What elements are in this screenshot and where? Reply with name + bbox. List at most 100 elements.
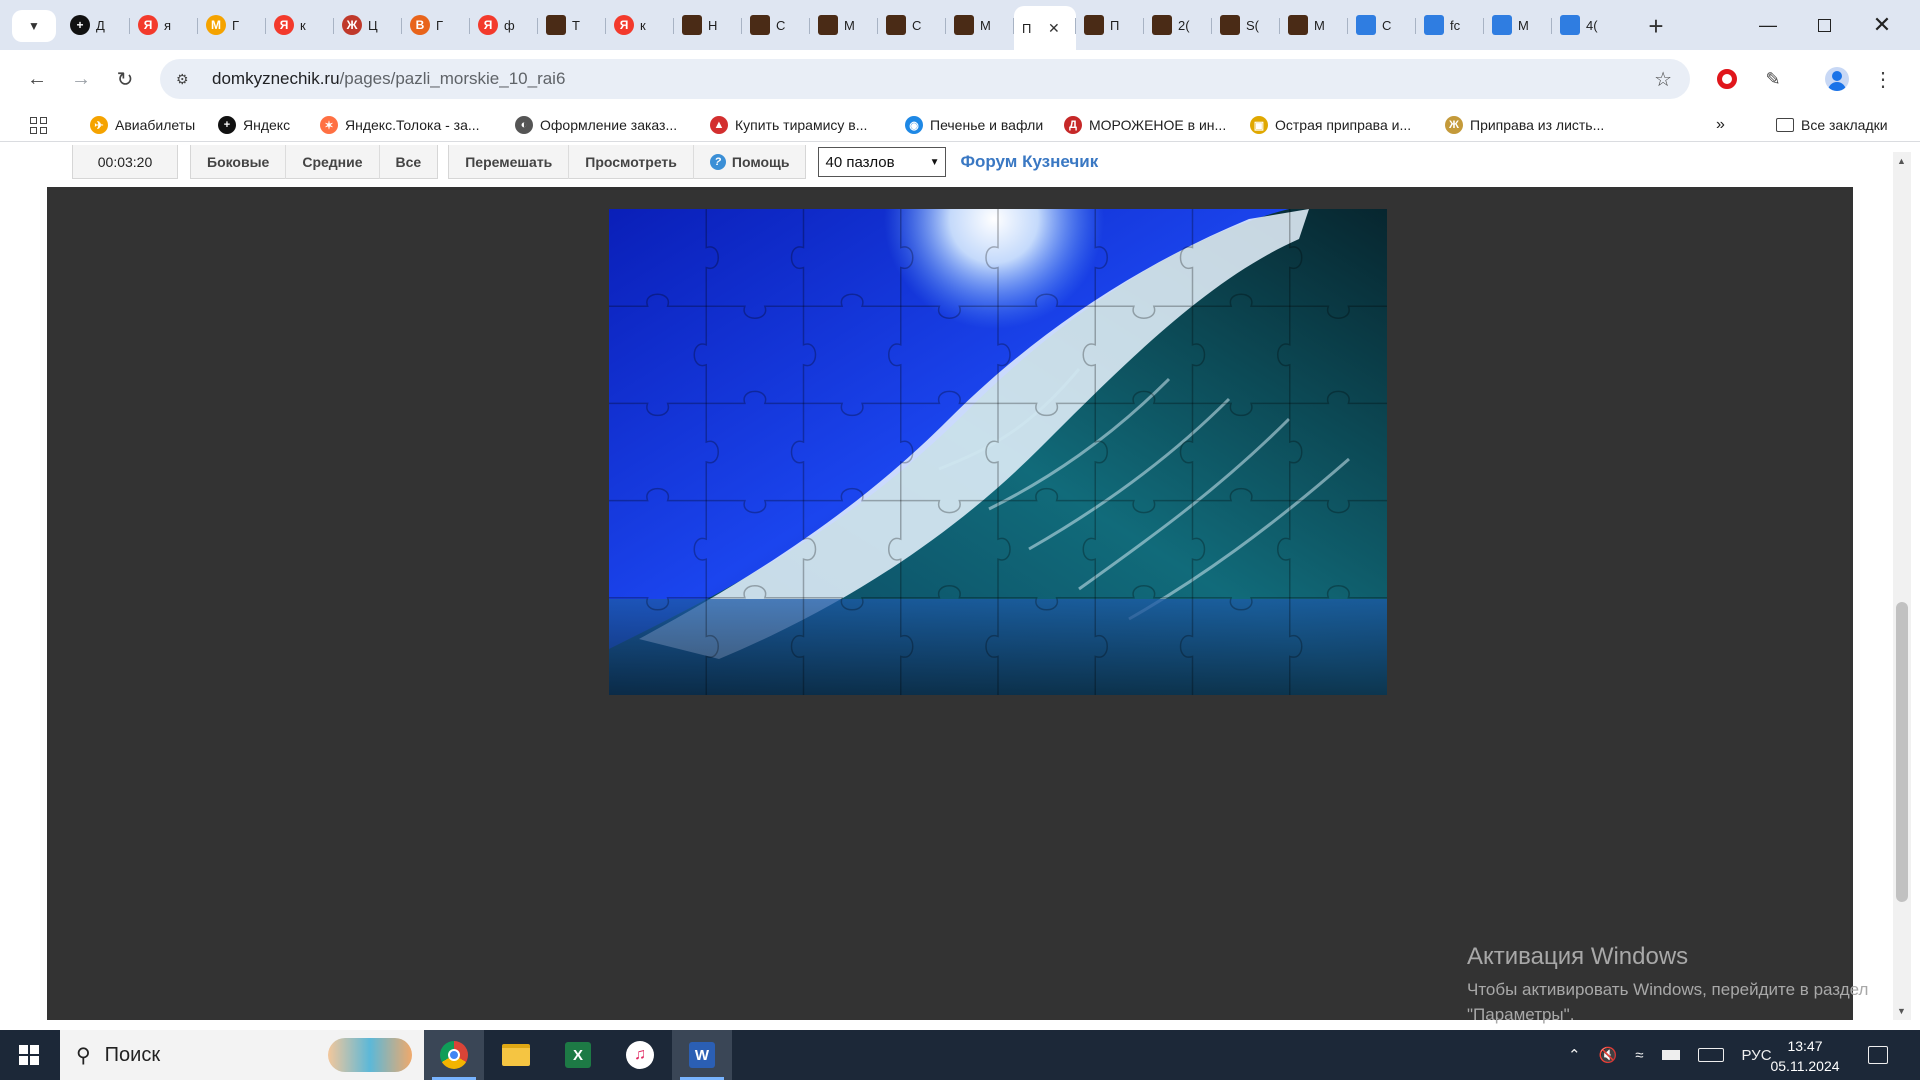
browser-tab[interactable]: BГ <box>402 6 470 44</box>
tab-favicon-icon: + <box>70 15 90 35</box>
forum-link[interactable]: Форум Кузнечик <box>960 152 1098 172</box>
tab-title: я <box>164 17 172 33</box>
browser-tab[interactable]: Як <box>606 6 674 44</box>
arrow-right-icon: → <box>71 67 91 90</box>
bookmark-item[interactable]: Д МОРОЖЕНОЕ в ин... <box>1064 114 1226 136</box>
more-bookmarks-button[interactable]: » <box>1716 114 1725 136</box>
bookmark-item[interactable]: ▣ Острая приправа и... <box>1250 114 1411 136</box>
taskbar-excel[interactable]: X <box>548 1030 608 1080</box>
browser-tab[interactable]: + Д <box>62 6 130 44</box>
tab-favicon-icon <box>1288 15 1308 35</box>
bookmark-item[interactable]: ✶ Яндекс.Толока - за... <box>320 114 480 136</box>
browser-tab[interactable]: fc <box>1416 6 1484 44</box>
bookmark-item[interactable]: Ж Приправа из листь... <box>1445 114 1604 136</box>
browser-tab[interactable]: С <box>1348 6 1416 44</box>
browser-tab[interactable]: Як <box>266 6 334 44</box>
browser-tab[interactable]: М <box>1484 6 1552 44</box>
taskbar-file-explorer[interactable] <box>486 1030 546 1080</box>
profile-button[interactable] <box>1820 62 1854 96</box>
tab-favicon-icon: Я <box>614 15 634 35</box>
browser-tab[interactable]: М <box>946 6 1014 44</box>
browser-tab[interactable]: 4( <box>1552 6 1620 44</box>
taskbar-word[interactable]: W <box>672 1030 732 1080</box>
shuffle-button[interactable]: Перемешать <box>449 144 570 179</box>
opera-icon <box>1717 69 1737 89</box>
tab-favicon-icon: B <box>410 15 430 35</box>
new-tab-button[interactable]: + <box>1640 10 1672 42</box>
browser-tab[interactable]: С <box>742 6 810 44</box>
start-button[interactable] <box>0 1030 58 1080</box>
bookmark-star-icon[interactable]: ☆ <box>1654 67 1672 92</box>
taskbar-chrome[interactable] <box>424 1030 484 1080</box>
side-pieces-button[interactable]: Боковые <box>191 144 287 179</box>
bookmark-label: Приправа из листь... <box>1470 117 1605 133</box>
browser-tab[interactable]: 2( <box>1144 6 1212 44</box>
taskbar-search[interactable]: ⚲ Поиск <box>60 1030 424 1080</box>
puzzle-image[interactable] <box>609 209 1387 695</box>
windows-taskbar: ⚲ Поиск X ♫ W ⌃ 🔇 ≈ РУС 13:47 05.11.2024 <box>0 1030 1920 1080</box>
tab-title: Т <box>572 17 580 33</box>
bookmark-item[interactable]: ✈ Авиабилеты <box>90 114 195 136</box>
minimize-button[interactable]: — <box>1740 0 1796 50</box>
wifi-icon[interactable]: ≈ <box>1635 1047 1643 1064</box>
browser-tab[interactable]: MГ <box>198 6 266 44</box>
keyboard-icon[interactable] <box>1697 1048 1724 1062</box>
tab-active[interactable]: П ✕ <box>1014 6 1076 50</box>
timer-value: 00:03:20 <box>97 153 153 170</box>
tab-list: + Д Яя M Г Як Ж Ц B Г Яф Т Як Н С М С М П ✕ П 2(S(М Сfc М 4( <box>62 6 1620 50</box>
extensions-button[interactable]: ✎ <box>1756 62 1790 96</box>
all-bookmarks-folder[interactable]: Все закладки <box>1776 114 1888 136</box>
browser-tab[interactable]: ЖЦ <box>334 6 402 44</box>
taskbar-clock[interactable]: 13:47 05.11.2024 <box>1760 1036 1850 1076</box>
browser-tab[interactable]: Яя <box>130 6 198 44</box>
tab-favicon-icon <box>1492 15 1512 35</box>
volume-muted-icon[interactable]: 🔇 <box>1599 1046 1618 1064</box>
bookmark-item[interactable]: ▲ Купить тирамису в... <box>710 114 867 136</box>
browser-tab[interactable]: М <box>810 6 878 44</box>
clock-date: 05.11.2024 <box>1770 1058 1840 1074</box>
taskbar-music[interactable]: ♫ <box>610 1030 670 1080</box>
scroll-up-icon[interactable]: ▲ <box>1897 156 1906 166</box>
bookmark-item[interactable]: ◐ Оформление заказ... <box>515 114 677 136</box>
site-settings-icon[interactable]: ⚙ <box>176 71 198 88</box>
battery-icon[interactable] <box>1661 1050 1680 1060</box>
back-button[interactable]: ← <box>20 62 54 96</box>
preview-button[interactable]: Просмотреть <box>569 144 694 179</box>
tab-favicon-icon <box>954 15 974 35</box>
tab-favicon-icon <box>818 15 838 35</box>
browser-tab[interactable]: П <box>1076 6 1144 44</box>
notifications-button[interactable] <box>1868 1030 1888 1080</box>
address-bar[interactable]: ⚙ domkyznechik.ru/pages/pazli_morskie_10… <box>160 59 1690 99</box>
bookmark-item[interactable]: ◉ Печенье и вафли <box>905 114 1043 136</box>
help-button[interactable]: ? Помощь <box>694 145 806 179</box>
reload-button[interactable]: ↻ <box>108 62 142 96</box>
browser-menu-button[interactable]: ⋮ <box>1866 62 1900 96</box>
tab-close-icon[interactable]: ✕ <box>1048 20 1060 37</box>
scroll-down-icon[interactable]: ▼ <box>1897 1006 1906 1016</box>
all-pieces-button[interactable]: Все <box>380 145 438 179</box>
page-scrollbar[interactable]: ▲ ▼ <box>1893 152 1911 1020</box>
kebab-menu-icon: ⋮ <box>1873 68 1893 91</box>
tab-search-button[interactable]: ▼ <box>12 10 56 42</box>
bookmark-item[interactable]: + Яндекс <box>218 114 290 136</box>
tab-title: Г <box>232 17 240 33</box>
middle-pieces-button[interactable]: Средние <box>286 144 380 179</box>
apps-button[interactable] <box>30 114 47 136</box>
pieces-count-select[interactable]: 40 пазлов ▼ <box>818 147 947 177</box>
browser-tab[interactable]: М <box>1280 6 1348 44</box>
maximize-button[interactable] <box>1796 0 1852 50</box>
tab-title: Д <box>96 17 105 33</box>
close-window-button[interactable]: ✕ <box>1854 0 1910 50</box>
search-icon: ⚲ <box>76 1044 91 1067</box>
chevron-up-icon[interactable]: ⌃ <box>1568 1046 1581 1064</box>
browser-tab[interactable]: Н <box>674 6 742 44</box>
forward-button[interactable]: → <box>64 62 98 96</box>
browser-tab[interactable]: S( <box>1212 6 1280 44</box>
tab-title: S( <box>1246 17 1259 33</box>
browser-tab[interactable]: Яф <box>470 6 538 44</box>
browser-tab[interactable]: Т <box>538 6 606 44</box>
scrollbar-thumb[interactable] <box>1896 602 1908 902</box>
tab-favicon-icon: Я <box>274 15 294 35</box>
opera-extension-button[interactable] <box>1710 62 1744 96</box>
browser-tab[interactable]: С <box>878 6 946 44</box>
